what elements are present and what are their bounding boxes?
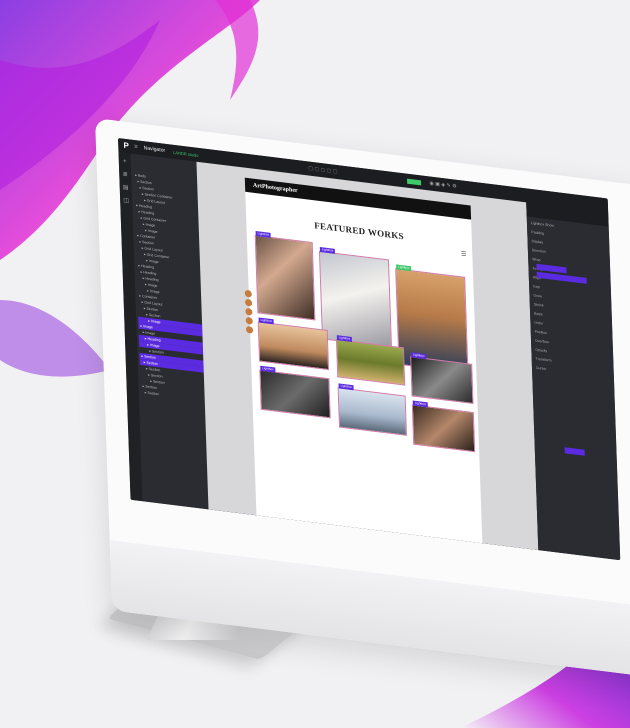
photo-tag: Lightbox — [260, 365, 276, 373]
photo-forest-couple[interactable]: Lightbox — [335, 335, 406, 386]
add-icon[interactable]: + — [119, 158, 131, 166]
style-panel: Lightbox Show Padding Display Direction Wrap… — [526, 202, 621, 561]
photo-tag: Lightbox — [258, 317, 275, 325]
social-icons — [244, 289, 255, 336]
site-page: ArtPhotographer ☰ FEATURED WORKS Lightbo… — [244, 177, 483, 544]
layers-icon[interactable]: ≣ — [119, 170, 131, 179]
photo-bw-couple[interactable]: Lightbox — [410, 352, 474, 405]
photo-eiffel[interactable]: Lightbox — [337, 383, 407, 436]
photo-couple-kiss[interactable]: Lightbox — [395, 264, 469, 374]
assets-icon[interactable]: ◫ — [120, 196, 132, 205]
navigator-label: Navigator — [143, 145, 166, 154]
style-properties: Lightbox Show Padding Display Direction Wrap… — [531, 221, 610, 384]
instagram-icon[interactable] — [245, 307, 253, 316]
photo-woman-portrait[interactable]: Lightbox — [254, 231, 316, 321]
menu-icon[interactable]: ≡ — [134, 144, 138, 150]
photo-dark-scene[interactable]: Lightbox — [259, 365, 331, 419]
pinterest-icon[interactable] — [245, 316, 253, 325]
photo-sunset-silhouette[interactable]: Lightbox — [257, 317, 330, 371]
photo-tag: Lightbox — [255, 231, 272, 238]
hamburger-icon[interactable]: ☰ — [461, 250, 467, 258]
editor-app: P ≡ Navigator LANDR studio ▢ ▢ ▢ ▢ ▢ ◉ ▣… — [118, 138, 621, 561]
style-toggle-button[interactable] — [564, 447, 585, 456]
toolbar-icons[interactable]: ◉ ▣ ◈ ✎ ⚙ — [429, 180, 456, 189]
photo-bride[interactable]: Lightbox — [318, 246, 392, 348]
photo-tag: Lightbox — [396, 264, 412, 272]
publish-button[interactable] — [407, 178, 422, 185]
monitor-screen: P ≡ Navigator LANDR studio ▢ ▢ ▢ ▢ ▢ ◉ ▣… — [118, 138, 630, 582]
pages-icon[interactable]: ▤ — [120, 183, 132, 192]
photo-tag: Lightbox — [411, 352, 427, 360]
facebook-icon[interactable] — [244, 289, 252, 298]
app-logo-icon[interactable]: P — [121, 140, 131, 151]
photo-tag: Lightbox — [412, 400, 429, 408]
canvas-area: ArtPhotographer ☰ FEATURED WORKS Lightbo… — [196, 161, 539, 551]
youtube-icon[interactable] — [245, 325, 254, 334]
navigator-panel: ▸ Body ▸ Section ▸ Section ▸ Section Contai… — [130, 153, 209, 510]
photo-lying-couple[interactable]: Lightbox — [411, 400, 476, 453]
site-logo[interactable]: ArtPhotographer — [253, 183, 298, 195]
photo-tag: Lightbox — [338, 383, 354, 391]
navigator-tree: ▸ Body ▸ Section ▸ Section ▸ Section Contai… — [133, 172, 205, 403]
photo-tag: Lightbox — [319, 246, 336, 254]
device-toggle-icons[interactable]: ▢ ▢ ▢ ▢ ▢ — [308, 165, 337, 175]
twitter-icon[interactable] — [244, 298, 253, 307]
photo-tag: Lightbox — [336, 335, 353, 343]
brand-label: LANDR studio — [173, 149, 199, 158]
